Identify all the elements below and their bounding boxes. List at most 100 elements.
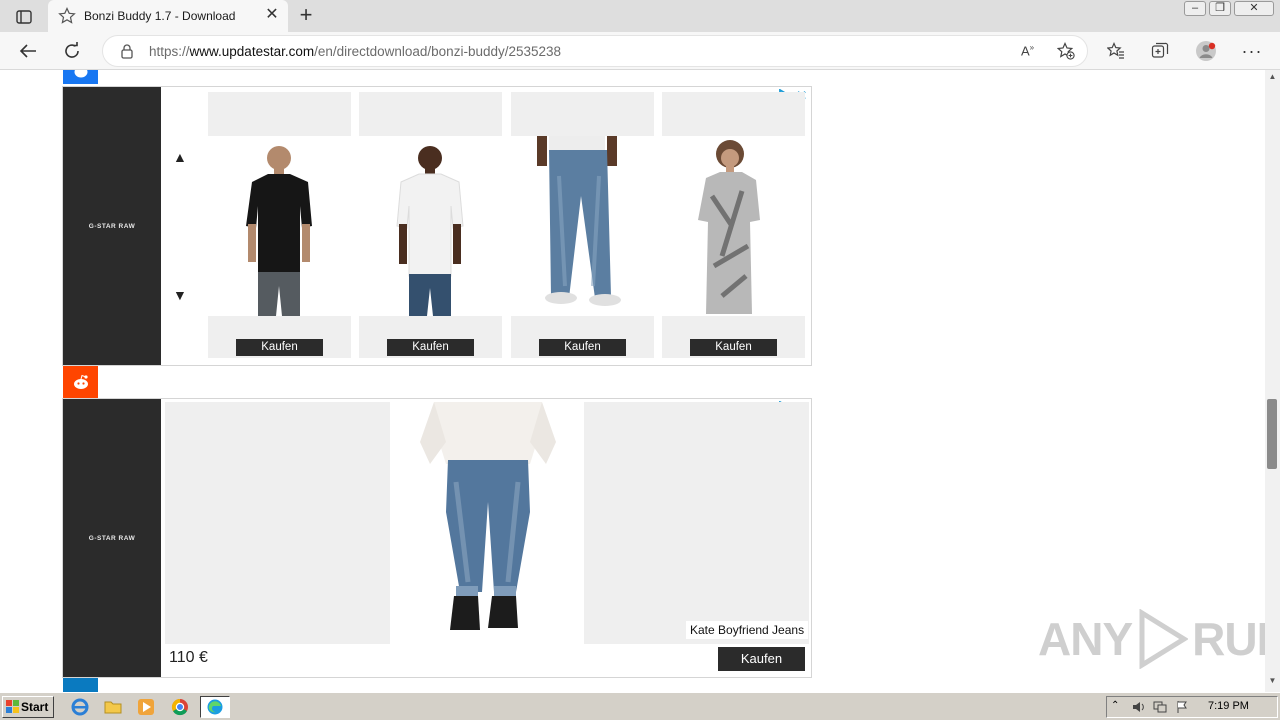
start-label: Start — [21, 700, 49, 714]
woman-printed-dress-image — [698, 140, 760, 314]
more-dots-icon: ··· — [1241, 40, 1263, 61]
network-icon[interactable] — [1153, 700, 1167, 714]
star-add-icon — [1056, 42, 1075, 60]
minimize-button[interactable]: – — [1184, 1, 1206, 16]
media-player-icon[interactable] — [136, 697, 156, 717]
scroll-down-icon[interactable]: ▼ — [1265, 676, 1280, 688]
product-bottom: Kaufen — [662, 316, 805, 358]
folder-icon[interactable] — [103, 697, 123, 717]
share-button-partial[interactable] — [63, 678, 98, 692]
tab-close-icon[interactable]: ✕ — [264, 7, 280, 23]
taskbar: Start ⌃ 7:19 PM — [0, 692, 1280, 720]
reddit-icon — [73, 374, 88, 389]
tab-actions-icon — [16, 10, 32, 24]
watermark-right: RUN — [1192, 613, 1265, 665]
product-placeholder-left — [165, 402, 390, 644]
product-card[interactable]: Kaufen — [208, 92, 351, 358]
man-black-tshirt-image — [246, 146, 312, 316]
new-tab-button[interactable]: + — [294, 4, 318, 28]
product-image-jeans[interactable] — [511, 136, 654, 316]
product-name: Kate Boyfriend Jeans — [686, 621, 809, 639]
product-top-placeholder — [511, 92, 654, 136]
action-center-flag-icon[interactable] — [1175, 700, 1189, 714]
chrome-glyph-icon — [171, 698, 188, 716]
explorer-folder-icon — [104, 701, 122, 714]
volume-icon[interactable] — [1131, 700, 1145, 714]
product-bottom: Kaufen — [511, 316, 654, 358]
watermark-left: ANY — [1038, 613, 1133, 665]
windows-logo-icon — [6, 700, 19, 713]
product-image-woman-printed-dress[interactable] — [662, 136, 805, 316]
messenger-icon — [74, 70, 87, 78]
browser-tab[interactable]: Bonzi Buddy 1.7 - Download ✕ — [48, 0, 288, 32]
product-placeholder-right — [584, 402, 809, 644]
close-window-button[interactable]: ✕ — [1234, 1, 1274, 16]
brand-panel[interactable]: G-STAR RAW — [63, 399, 161, 677]
favorites-button[interactable] — [1103, 39, 1129, 63]
reddit-share-button[interactable] — [63, 366, 98, 398]
scroll-up-icon[interactable]: ▲ — [1265, 72, 1280, 84]
tab-title: Bonzi Buddy 1.7 - Download — [84, 9, 236, 23]
play-logo-icon — [1139, 609, 1189, 669]
product-bottom: Kaufen — [208, 316, 351, 358]
carousel-up-arrow[interactable]: ▲ — [173, 149, 187, 165]
internet-explorer-icon — [71, 698, 89, 716]
kaufen-button[interactable]: Kaufen — [690, 339, 777, 356]
product-bottom: Kaufen — [359, 316, 502, 358]
product-image-man-black-tshirt[interactable] — [208, 136, 351, 316]
url-text[interactable]: https://www.updatestar.com/en/directdown… — [149, 44, 561, 59]
product-top-placeholder — [208, 92, 351, 136]
address-bar[interactable]: https://www.updatestar.com/en/directdown… — [102, 35, 1088, 67]
edge-icon — [207, 699, 223, 715]
product-price: 110 € — [169, 649, 208, 666]
refresh-icon — [65, 42, 79, 58]
scroll-thumb[interactable] — [1267, 399, 1277, 469]
back-button[interactable] — [15, 39, 41, 63]
navigation-bar: https://www.updatestar.com/en/directdown… — [0, 32, 1280, 70]
star-favicon-icon — [58, 7, 76, 24]
product-card[interactable]: Kaufen — [359, 92, 502, 358]
profile-button[interactable] — [1193, 39, 1219, 63]
ad-banner-products[interactable]: G-STAR RAW ✕ ▲ ▼ — [62, 86, 812, 366]
clock[interactable]: 7:19 PM — [1208, 700, 1249, 712]
brand-panel[interactable]: G-STAR RAW — [63, 87, 161, 365]
product-image-man-white-tshirt[interactable] — [359, 136, 502, 316]
product-card[interactable]: Kaufen — [511, 92, 654, 358]
messenger-share-button[interactable] — [63, 70, 98, 84]
product-top-placeholder — [662, 92, 805, 136]
kate-boyfriend-jeans-image — [420, 402, 556, 630]
url-path: /en/directdownload/bonzi-buddy/2535238 — [314, 44, 562, 59]
kaufen-button[interactable]: Kaufen — [236, 339, 323, 356]
tab-actions-button[interactable] — [10, 6, 38, 28]
brand-logo: G-STAR RAW — [88, 534, 136, 542]
start-button[interactable]: Start — [2, 696, 54, 718]
ad-banner-single-product[interactable]: G-STAR RAW ✕ Kate Boyfriend Jeans 110 € — [62, 398, 812, 678]
collections-button[interactable] — [1147, 39, 1173, 63]
page-scrollbar[interactable]: ▲ ▼ — [1265, 70, 1280, 692]
url-prefix: https:// — [149, 44, 190, 59]
lock-icon[interactable] — [119, 43, 135, 59]
system-tray: ⌃ 7:19 PM — [1106, 696, 1278, 718]
avatar-icon — [1196, 41, 1216, 61]
add-favorite-button[interactable] — [1056, 42, 1075, 65]
ie-icon[interactable] — [70, 697, 90, 717]
product-card[interactable]: Kaufen — [662, 92, 805, 358]
refresh-button[interactable] — [59, 39, 85, 63]
title-bar: Bonzi Buddy 1.7 - Download ✕ + – ❐ ✕ — [0, 0, 1280, 32]
kaufen-button[interactable]: Kaufen — [539, 339, 626, 356]
read-aloud-icon[interactable]: A» — [1021, 43, 1034, 58]
tray-expand-icon[interactable]: ⌃ — [1111, 700, 1125, 714]
product-image-kate-boyfriend-jeans[interactable] — [390, 402, 584, 644]
url-domain: www.updatestar.com — [189, 44, 315, 59]
restore-button[interactable]: ❐ — [1209, 1, 1231, 16]
settings-more-button[interactable]: ··· — [1239, 39, 1265, 63]
chrome-icon[interactable] — [170, 697, 190, 717]
carousel-down-arrow[interactable]: ▼ — [173, 287, 187, 303]
kaufen-button[interactable]: Kaufen — [718, 647, 805, 671]
anyrun-watermark: ANY RUN — [1038, 608, 1265, 670]
brand-logo: G-STAR RAW — [88, 222, 136, 230]
page-viewport: G-STAR RAW ✕ ▲ ▼ — [0, 70, 1265, 692]
product-top-placeholder — [359, 92, 502, 136]
edge-taskbar-button[interactable] — [200, 696, 230, 718]
kaufen-button[interactable]: Kaufen — [387, 339, 474, 356]
